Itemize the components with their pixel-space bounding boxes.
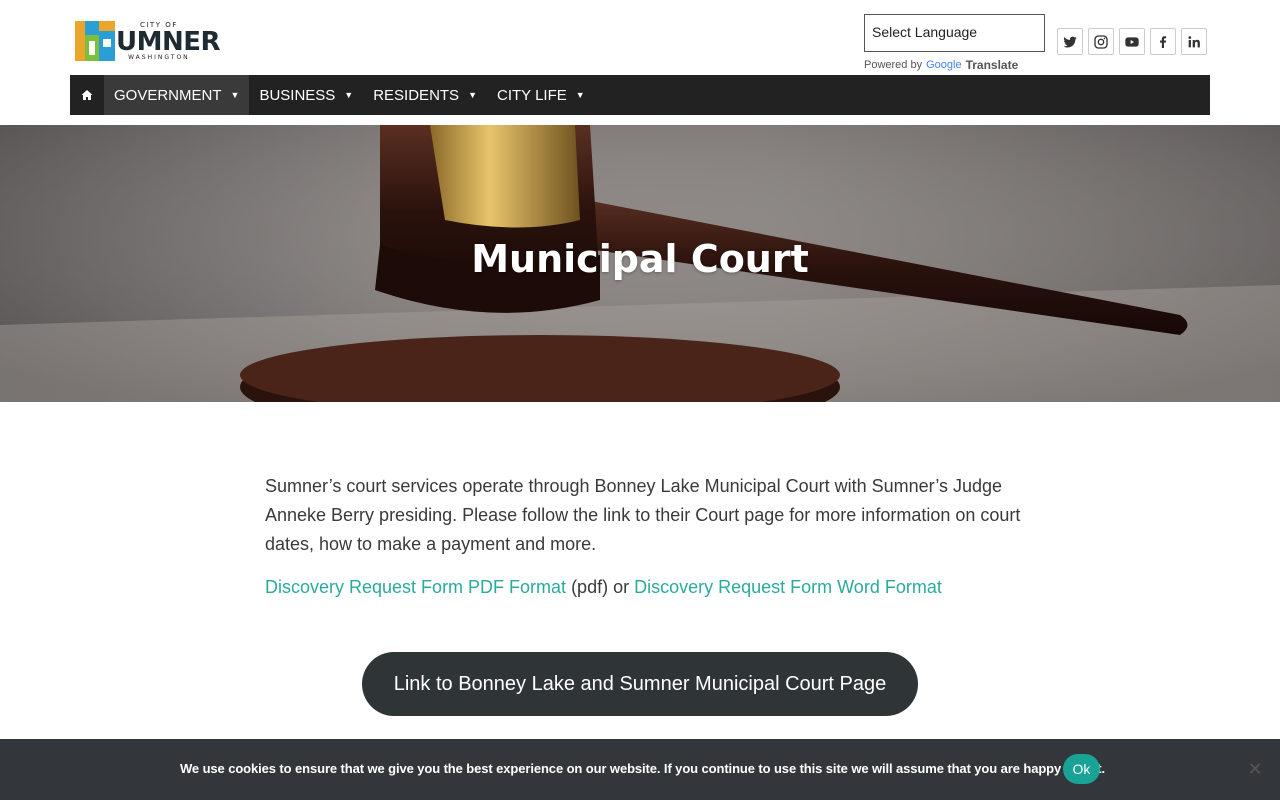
logo-main-text: SUMNER: [97, 26, 221, 57]
facebook-icon: [1160, 35, 1167, 48]
main-content: Sumner’s court services operate through …: [265, 472, 1025, 602]
instagram-link[interactable]: [1088, 28, 1114, 55]
twitter-link[interactable]: [1057, 28, 1083, 55]
google-logo-text[interactable]: Google: [926, 59, 961, 71]
logo-mark-icon: [75, 19, 115, 63]
hero-banner: Municipal Court: [0, 125, 1280, 402]
home-button[interactable]: [70, 75, 104, 115]
powered-by-text: Powered by: [864, 59, 923, 71]
discovery-word-link[interactable]: Discovery Request Form Word Format: [634, 577, 942, 597]
nav-item-business[interactable]: BUSINESS ▼: [249, 75, 363, 115]
discovery-pdf-link[interactable]: Discovery Request Form PDF Format: [265, 577, 566, 597]
city-logo[interactable]: CITY OF SUMNER WASHINGTON: [75, 18, 221, 64]
court-page-button[interactable]: Link to Bonney Lake and Sumner Municipal…: [362, 652, 918, 716]
translate-text: Translate: [965, 58, 1019, 72]
nav-item-label: CITY LIFE: [497, 86, 567, 104]
logo-sub-text: WASHINGTON: [128, 53, 190, 61]
facebook-link[interactable]: [1150, 28, 1176, 55]
pdf-note: (pdf) or: [566, 577, 635, 597]
caret-down-icon: ▼: [468, 90, 477, 100]
nav-item-label: BUSINESS: [259, 86, 336, 104]
caret-down-icon: ▼: [575, 90, 585, 100]
linkedin-link[interactable]: [1181, 28, 1207, 55]
youtube-icon: [1125, 36, 1139, 47]
nav-item-city-life[interactable]: CITY LIFE ▼: [487, 75, 595, 115]
site-header: CITY OF SUMNER WASHINGTON Select Languag…: [0, 0, 1280, 125]
nav-item-residents[interactable]: RESIDENTS ▼: [363, 75, 487, 115]
nav-item-label: GOVERNMENT: [114, 86, 222, 104]
cookie-banner: We use cookies to ensure that we give yo…: [0, 739, 1280, 800]
main-navigation: GOVERNMENT ▼ BUSINESS ▼ RESIDENTS ▼ CITY…: [70, 75, 1210, 115]
social-links: [1057, 28, 1207, 55]
instagram-icon: [1094, 34, 1108, 49]
page-title: Municipal Court: [471, 237, 809, 281]
cookie-text: We use cookies to ensure that we give yo…: [180, 761, 1106, 776]
home-icon: [81, 90, 93, 100]
nav-item-label: RESIDENTS: [373, 86, 460, 104]
twitter-icon: [1063, 36, 1077, 48]
caret-down-icon: ▼: [344, 90, 354, 100]
language-select[interactable]: Select Language: [864, 14, 1045, 52]
caret-down-icon: ▼: [230, 90, 240, 100]
close-icon[interactable]: ✕: [1246, 760, 1264, 778]
google-translate-attribution: Powered by Google Translate: [864, 58, 1018, 72]
nav-item-government[interactable]: GOVERNMENT ▼: [104, 75, 250, 115]
intro-paragraph: Sumner’s court services operate through …: [265, 476, 1021, 554]
cookie-ok-button[interactable]: Ok: [1063, 754, 1100, 784]
youtube-link[interactable]: [1119, 28, 1145, 55]
discovery-links: Discovery Request Form PDF Format (pdf) …: [265, 573, 1025, 602]
linkedin-icon: [1188, 35, 1200, 47]
